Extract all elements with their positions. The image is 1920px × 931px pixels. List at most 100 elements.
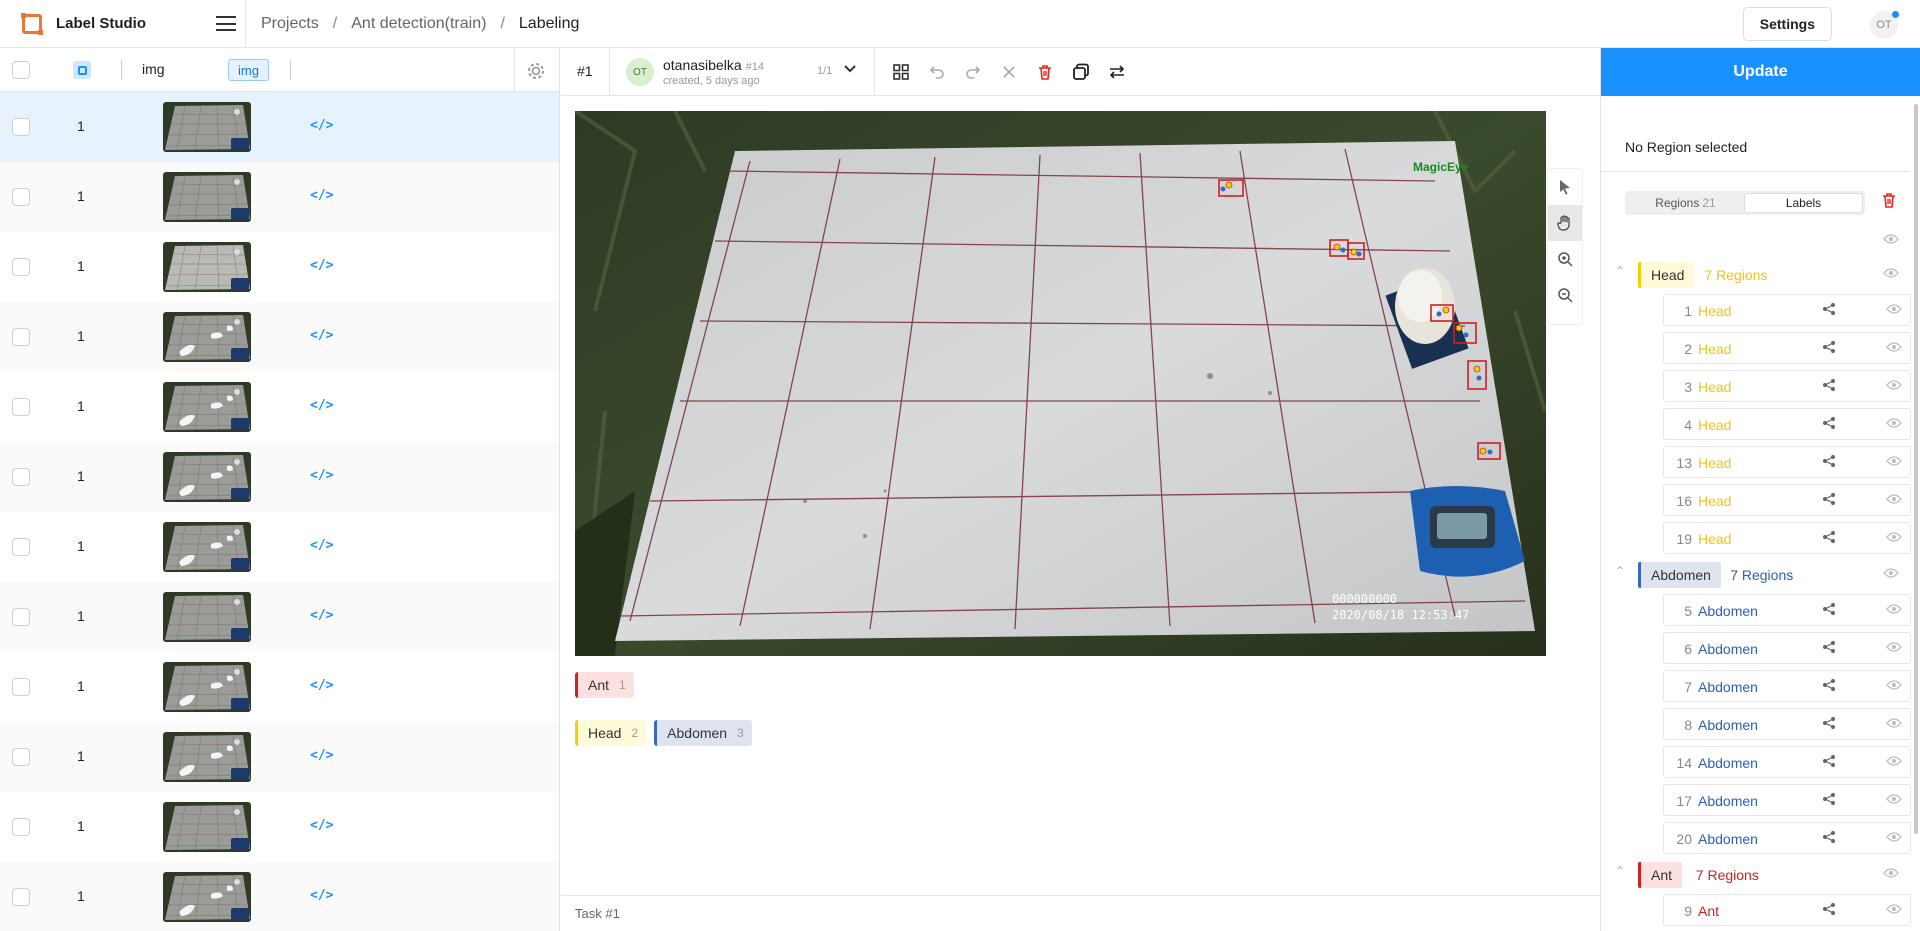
row-thumbnail[interactable] [163,102,251,152]
relations-icon[interactable] [1822,302,1836,319]
table-row[interactable]: 1 </> [0,722,559,792]
eye-icon[interactable] [1886,455,1902,470]
breadcrumb-projects[interactable]: Projects [261,15,319,33]
redo-icon[interactable] [961,60,985,84]
delete-all-regions-icon[interactable] [1881,192,1897,208]
row-thumbnail[interactable] [163,592,251,642]
row-source-code-icon[interactable]: </> [310,818,333,833]
eye-icon[interactable] [1886,679,1902,694]
region-item[interactable]: 2 Head [1663,332,1911,364]
row-checkbox[interactable] [12,468,30,486]
row-thumbnail[interactable] [163,522,251,572]
row-thumbnail[interactable] [163,382,251,432]
region-item[interactable]: 13 Head [1663,446,1911,478]
tab-labels[interactable]: Labels [1744,193,1863,213]
eye-icon[interactable] [1886,493,1902,508]
eye-icon[interactable] [1886,417,1902,432]
table-row[interactable]: 1 </> [0,92,559,162]
label-ant[interactable]: Ant 1 [575,672,634,698]
eye-icon[interactable] [1886,303,1902,318]
label-group-ant[interactable]: ⌃ Ant 7 Regions [1611,860,1911,890]
region-item[interactable]: 7 Abdomen [1663,670,1911,702]
eye-icon[interactable] [1886,903,1902,918]
row-thumbnail[interactable] [163,172,251,222]
region-item[interactable]: 3 Head [1663,370,1911,402]
row-source-code-icon[interactable]: </> [310,468,333,483]
duplicate-icon[interactable] [1069,60,1093,84]
table-row[interactable]: 1 </> [0,652,559,722]
eye-icon[interactable] [1886,831,1902,846]
eye-icon[interactable] [1883,267,1899,282]
row-thumbnail[interactable] [163,662,251,712]
row-thumbnail[interactable] [163,802,251,852]
eye-icon[interactable] [1886,717,1902,732]
relations-icon[interactable] [1822,454,1836,471]
row-thumbnail[interactable] [163,242,251,292]
row-source-code-icon[interactable]: </> [310,678,333,693]
relations-icon[interactable] [1822,792,1836,809]
row-checkbox[interactable] [12,678,30,696]
row-source-code-icon[interactable]: </> [310,398,333,413]
row-checkbox[interactable] [12,538,30,556]
row-checkbox[interactable] [12,258,30,276]
region-item[interactable]: 19 Head [1663,522,1911,554]
user-avatar[interactable]: OT [1870,11,1899,39]
row-checkbox[interactable] [12,188,30,206]
collapse-caret-icon[interactable]: ⌃ [1615,864,1625,878]
undo-icon[interactable] [925,60,949,84]
label-head[interactable]: Head 2 [575,720,647,746]
select-all-checkbox[interactable] [12,60,30,79]
relations-icon[interactable] [1822,378,1836,395]
row-checkbox[interactable] [12,608,30,626]
relations-icon[interactable] [1822,340,1836,357]
eye-icon[interactable] [1886,641,1902,656]
breadcrumb-project[interactable]: Ant detection(train) [351,15,486,33]
row-source-code-icon[interactable]: </> [310,258,333,273]
relations-icon[interactable] [1822,830,1836,847]
region-item[interactable]: 17 Abdomen [1663,784,1911,816]
relations-icon[interactable] [1822,416,1836,433]
row-thumbnail[interactable] [163,732,251,782]
region-item[interactable]: 8 Abdomen [1663,708,1911,740]
row-checkbox[interactable] [12,328,30,346]
relations-icon[interactable] [1822,678,1836,695]
relations-icon[interactable] [1822,902,1836,919]
chevron-down-icon[interactable] [842,61,858,77]
menu-icon[interactable] [216,16,236,31]
sidebar-scrollbar[interactable] [1914,104,1918,834]
row-source-code-icon[interactable]: </> [310,608,333,623]
eye-icon[interactable] [1886,341,1902,356]
row-thumbnail[interactable] [163,312,251,362]
eye-icon[interactable] [1883,867,1899,882]
relations-icon[interactable] [1822,492,1836,509]
eye-icon[interactable] [1883,567,1899,582]
eye-icon[interactable] [1886,755,1902,770]
table-row[interactable]: 1 </> [0,582,559,652]
label-group-abdomen[interactable]: ⌃ Abdomen 7 Regions [1611,560,1911,590]
delete-annotation-icon[interactable] [1033,60,1057,84]
table-row[interactable]: 1 </> [0,512,559,582]
collapse-caret-icon[interactable]: ⌃ [1615,264,1625,278]
column-header-img-badge[interactable]: img [228,59,269,81]
row-source-code-icon[interactable]: </> [310,538,333,553]
region-item[interactable]: 9 Ant [1663,894,1911,926]
gear-icon[interactable] [524,59,548,83]
eye-icon[interactable] [1886,793,1902,808]
eye-icon[interactable] [1886,379,1902,394]
relations-icon[interactable] [1822,716,1836,733]
annotator-name[interactable]: otanasibelka #14 [663,57,764,73]
logo[interactable]: Label Studio [0,12,240,35]
cursor-icon[interactable] [1548,169,1582,205]
label-group-head[interactable]: ⌃ Head 7 Regions [1611,260,1911,290]
eye-icon[interactable] [1883,233,1899,245]
row-source-code-icon[interactable]: </> [310,118,333,133]
reset-icon[interactable] [997,60,1021,84]
table-row[interactable]: 1 </> [0,372,559,442]
table-row[interactable]: 1 </> [0,442,559,512]
relations-icon[interactable] [1822,754,1836,771]
region-item[interactable]: 6 Abdomen [1663,632,1911,664]
table-row[interactable]: 1 </> [0,862,559,931]
label-abdomen[interactable]: Abdomen 3 [654,720,752,746]
hand-pan-icon[interactable] [1548,205,1582,241]
relations-icon[interactable] [1822,530,1836,547]
